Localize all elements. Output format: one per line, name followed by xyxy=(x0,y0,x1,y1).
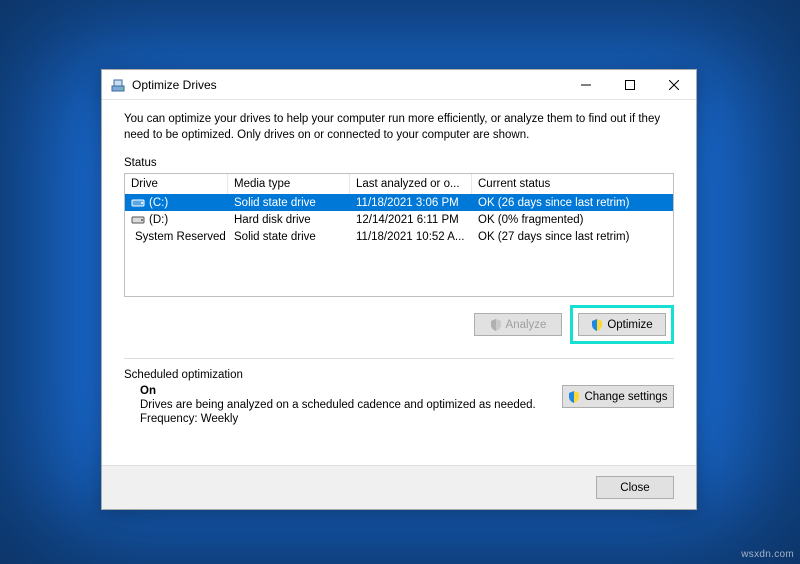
scheduled-desc: Drives are being analyzed on a scheduled… xyxy=(140,399,562,411)
shield-icon xyxy=(591,319,603,331)
maximize-button[interactable] xyxy=(608,70,652,100)
drive-last: 11/18/2021 10:52 A... xyxy=(350,231,472,243)
drive-name: (D:) xyxy=(149,214,168,226)
drive-last: 12/14/2021 6:11 PM xyxy=(350,214,472,226)
drive-name: System Reserved xyxy=(135,231,226,243)
optimize-highlight: Optimize xyxy=(570,305,674,344)
col-drive[interactable]: Drive xyxy=(125,174,228,194)
close-dialog-button[interactable]: Close xyxy=(596,476,674,499)
drive-name: (C:) xyxy=(149,197,168,209)
window-title: Optimize Drives xyxy=(132,78,564,92)
drive-icon xyxy=(131,197,145,208)
divider xyxy=(124,358,674,359)
table-row[interactable]: System ReservedSolid state drive11/18/20… xyxy=(125,228,673,245)
table-row[interactable]: (C:) Solid state drive11/18/2021 3:06 PMO… xyxy=(125,194,673,211)
col-last[interactable]: Last analyzed or o... xyxy=(350,174,472,194)
optimize-button[interactable]: Optimize xyxy=(578,313,666,336)
close-label: Close xyxy=(620,482,649,494)
titlebar: Optimize Drives xyxy=(102,70,696,100)
app-icon xyxy=(110,77,126,93)
minimize-button[interactable] xyxy=(564,70,608,100)
drive-list: Drive Media type Last analyzed or o... C… xyxy=(124,173,674,297)
scheduled-state: On xyxy=(140,385,562,397)
drive-status: OK (27 days since last retrim) xyxy=(472,231,673,243)
optimize-label: Optimize xyxy=(607,319,652,331)
drive-icon xyxy=(131,214,145,225)
analyze-button: Analyze xyxy=(474,313,562,336)
drive-media: Hard disk drive xyxy=(228,214,350,226)
close-button[interactable] xyxy=(652,70,696,100)
drive-status: OK (0% fragmented) xyxy=(472,214,673,226)
status-label: Status xyxy=(124,157,674,169)
description-text: You can optimize your drives to help you… xyxy=(124,112,674,143)
change-settings-button[interactable]: Change settings xyxy=(562,385,674,408)
shield-icon xyxy=(490,319,502,331)
shield-icon xyxy=(568,391,580,403)
table-row[interactable]: (D:) Hard disk drive12/14/2021 6:11 PMOK … xyxy=(125,211,673,228)
footer: Close xyxy=(102,465,696,509)
drive-status: OK (26 days since last retrim) xyxy=(472,197,673,209)
col-media[interactable]: Media type xyxy=(228,174,350,194)
scheduled-label: Scheduled optimization xyxy=(124,369,674,381)
drive-last: 11/18/2021 3:06 PM xyxy=(350,197,472,209)
drive-list-header: Drive Media type Last analyzed or o... C… xyxy=(125,174,673,194)
col-status[interactable]: Current status xyxy=(472,174,673,194)
drive-media: Solid state drive xyxy=(228,231,350,243)
drive-media: Solid state drive xyxy=(228,197,350,209)
change-settings-label: Change settings xyxy=(584,391,667,403)
scheduled-freq: Frequency: Weekly xyxy=(140,413,562,425)
optimize-drives-window: Optimize Drives You can optimize your dr… xyxy=(101,69,697,510)
watermark: wsxdn.com xyxy=(741,549,794,560)
analyze-label: Analyze xyxy=(506,319,547,331)
